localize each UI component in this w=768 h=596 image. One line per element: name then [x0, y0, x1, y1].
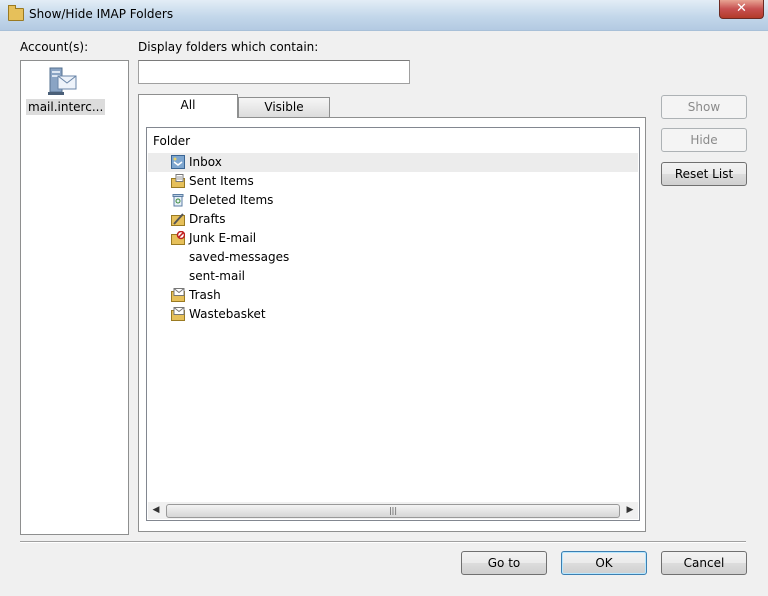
accounts-list[interactable]: mail.interc...: [20, 60, 129, 535]
folder-row-drafts[interactable]: Drafts: [148, 210, 638, 229]
dialog-window: Show/Hide IMAP Folders ✕ Account(s): mai…: [0, 0, 768, 596]
folder-column-header[interactable]: Folder: [153, 134, 190, 148]
go-to-button[interactable]: Go to: [461, 551, 547, 575]
title-bar[interactable]: Show/Hide IMAP Folders ✕: [0, 0, 768, 31]
deleted-items-icon: [171, 193, 185, 207]
horizontal-scrollbar[interactable]: ◀ ||| ▶: [148, 502, 638, 519]
tab-visible[interactable]: Visible: [238, 97, 330, 117]
account-item[interactable]: mail.interc...: [26, 99, 106, 115]
hide-button[interactable]: Hide: [661, 128, 747, 152]
folder-label: Sent Items: [189, 174, 254, 188]
folder-label: Deleted Items: [189, 193, 274, 207]
folder-filter-input[interactable]: [138, 60, 410, 84]
mail-server-icon: [46, 66, 77, 96]
cancel-button[interactable]: Cancel: [661, 551, 747, 575]
folder-row-junk-email[interactable]: Junk E-mail: [148, 229, 638, 248]
folder-row-saved-messages[interactable]: saved-messages: [148, 248, 638, 267]
scroll-right-icon[interactable]: ▶: [622, 502, 638, 519]
folder-label: Junk E-mail: [189, 231, 257, 245]
folder-row-inbox[interactable]: Inbox: [148, 153, 638, 172]
mail-folder-icon: [171, 288, 185, 302]
folder-list[interactable]: Folder Inbox Sent Items Deleted Items Dr…: [146, 127, 640, 521]
junk-icon: [171, 231, 185, 245]
scroll-left-icon[interactable]: ◀: [148, 502, 164, 519]
folder-label: Drafts: [189, 212, 226, 226]
folder-label: saved-messages: [189, 250, 290, 264]
folder-row-trash[interactable]: Trash: [148, 286, 638, 305]
folder-icon: [8, 5, 24, 21]
tab-all[interactable]: All: [138, 94, 238, 118]
folder-row-deleted-items[interactable]: Deleted Items: [148, 191, 638, 210]
folder-label: Inbox: [189, 155, 222, 169]
close-button[interactable]: ✕: [719, 0, 764, 19]
show-button[interactable]: Show: [661, 95, 747, 119]
folder-label: sent-mail: [189, 269, 245, 283]
scroll-thumb[interactable]: |||: [166, 504, 620, 518]
footer-divider: [20, 541, 746, 543]
accounts-label: Account(s):: [20, 40, 89, 54]
ok-button[interactable]: OK: [561, 551, 647, 575]
drafts-icon: [171, 212, 185, 226]
window-title: Show/Hide IMAP Folders: [29, 7, 174, 21]
folder-label: Wastebasket: [189, 307, 266, 321]
folder-label: Trash: [189, 288, 221, 302]
inbox-icon: [171, 155, 185, 169]
folder-row-sent-items[interactable]: Sent Items: [148, 172, 638, 191]
filter-label: Display folders which contain:: [138, 40, 319, 54]
sent-items-icon: [171, 174, 185, 188]
reset-list-button[interactable]: Reset List: [661, 162, 747, 186]
folder-row-sent-mail[interactable]: sent-mail: [148, 267, 638, 286]
folder-row-wastebasket[interactable]: Wastebasket: [148, 305, 638, 324]
mail-folder-icon: [171, 307, 185, 321]
